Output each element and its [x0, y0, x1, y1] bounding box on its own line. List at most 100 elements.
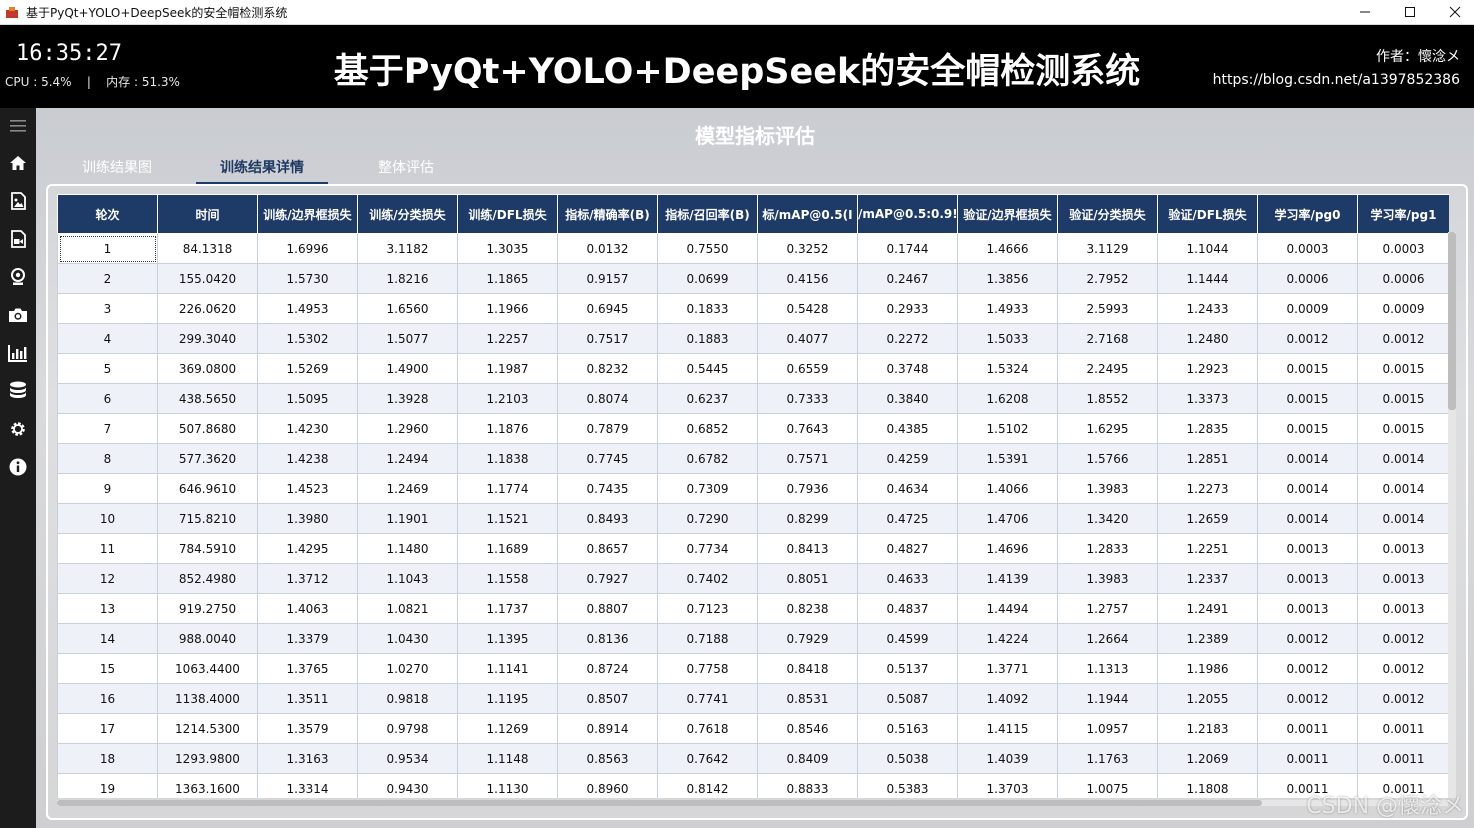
table-cell[interactable]: 0.3252 [757, 233, 858, 264]
table-cell[interactable]: 1.2055 [1157, 683, 1258, 714]
table-cell[interactable]: 2 [57, 263, 158, 294]
table-cell[interactable]: 1.1141 [457, 653, 558, 684]
table-cell[interactable]: 0.3748 [857, 353, 958, 384]
table-cell[interactable]: 0.0015 [1257, 413, 1358, 444]
table-cell[interactable]: 1.5324 [957, 353, 1058, 384]
table-cell[interactable]: 2.7168 [1057, 323, 1158, 354]
table-cell[interactable]: 0.8074 [557, 383, 658, 414]
table-cell[interactable]: 1.4706 [957, 503, 1058, 534]
table-row[interactable]: 6 438.5650 1.5095 1.3928 1.2103 0.8074 0.6237 0… [57, 383, 1449, 414]
table-cell[interactable]: 0.6559 [757, 353, 858, 384]
maximize-button[interactable] [1387, 0, 1433, 24]
table-cell[interactable]: 0.0014 [1257, 503, 1358, 534]
table-cell[interactable]: 0.0015 [1257, 383, 1358, 414]
table-cell[interactable]: 1.5095 [257, 383, 358, 414]
table-cell[interactable]: 1.4238 [257, 443, 358, 474]
column-header[interactable]: 训练/边界框损失 [257, 194, 358, 234]
table-cell[interactable]: 1.2659 [1157, 503, 1258, 534]
table-cell[interactable]: 0.7517 [557, 323, 658, 354]
table-cell[interactable]: 1.2069 [1157, 743, 1258, 774]
table-cell[interactable]: 1.3765 [257, 653, 358, 684]
table-cell[interactable]: 0.4077 [757, 323, 858, 354]
table-cell[interactable]: 0.0011 [1257, 743, 1358, 774]
table-cell[interactable]: 1.3983 [1057, 473, 1158, 504]
table-cell[interactable]: 1.4666 [957, 233, 1058, 264]
table-cell[interactable]: 1.2433 [1157, 293, 1258, 324]
close-button[interactable] [1432, 0, 1474, 24]
table-row[interactable]: 4 299.3040 1.5302 1.5077 1.2257 0.7517 0.1883 0… [57, 323, 1449, 354]
table-cell[interactable]: 1.0075 [1057, 773, 1158, 798]
table-cell[interactable]: 1.1987 [457, 353, 558, 384]
table-cell[interactable]: 0.0009 [1357, 293, 1449, 324]
table-cell[interactable]: 1.3511 [257, 683, 358, 714]
horizontal-scrollbar-thumb[interactable] [57, 800, 1262, 806]
table-cell[interactable]: 1.2257 [457, 323, 558, 354]
table-cell[interactable]: 1.1966 [457, 293, 558, 324]
table-cell[interactable]: 12 [57, 563, 158, 594]
info-icon[interactable] [8, 457, 28, 477]
table-cell[interactable]: 0.8409 [757, 743, 858, 774]
table-cell[interactable]: 3 [57, 293, 158, 324]
table-cell[interactable]: 0.7929 [757, 623, 858, 654]
table-cell[interactable]: 0.7188 [657, 623, 758, 654]
table-cell[interactable]: 1214.5300 [157, 713, 258, 744]
table-cell[interactable]: 0.0012 [1257, 683, 1358, 714]
table-row[interactable]: 14 988.0040 1.3379 1.0430 1.1395 0.8136 0.7188… [57, 623, 1449, 654]
table-row[interactable]: 10 715.8210 1.3980 1.1901 1.1521 0.8493 0.7290… [57, 503, 1449, 534]
table-cell[interactable]: 3.1182 [357, 233, 458, 264]
table-cell[interactable]: 14 [57, 623, 158, 654]
table-cell[interactable]: 1.2851 [1157, 443, 1258, 474]
column-header[interactable]: 学习率/pg1 [1357, 194, 1449, 234]
table-cell[interactable]: 852.4980 [157, 563, 258, 594]
table-row[interactable]: 8 577.3620 1.4238 1.2494 1.1838 0.7745 0.6782 0… [57, 443, 1449, 474]
table-cell[interactable]: 1.4224 [957, 623, 1058, 654]
table-cell[interactable]: 0.7936 [757, 473, 858, 504]
column-header[interactable]: 验证/边界框损失 [957, 194, 1058, 234]
table-row[interactable]: 13 919.2750 1.4063 1.0821 1.1737 0.8807 0.7123… [57, 593, 1449, 624]
table-cell[interactable]: 0.9798 [357, 713, 458, 744]
table-cell[interactable]: 0.0699 [657, 263, 758, 294]
table-cell[interactable]: 155.0420 [157, 263, 258, 294]
table-cell[interactable]: 0.4633 [857, 563, 958, 594]
table-cell[interactable]: 1.5730 [257, 263, 358, 294]
table-cell[interactable]: 0.7618 [657, 713, 758, 744]
table-cell[interactable]: 0.7879 [557, 413, 658, 444]
table-cell[interactable]: 1.4039 [957, 743, 1058, 774]
table-cell[interactable]: 17 [57, 713, 158, 744]
table-cell[interactable]: 8 [57, 443, 158, 474]
table-cell[interactable]: 1.3373 [1157, 383, 1258, 414]
table-cell[interactable]: 1.1838 [457, 443, 558, 474]
table-cell[interactable]: 0.7642 [657, 743, 758, 774]
table-cell[interactable]: 0.0013 [1257, 563, 1358, 594]
table-cell[interactable]: 2.5993 [1057, 293, 1158, 324]
table-cell[interactable]: 1.4523 [257, 473, 358, 504]
table-cell[interactable]: 11 [57, 533, 158, 564]
table-cell[interactable]: 1.3163 [257, 743, 358, 774]
table-cell[interactable]: 0.0012 [1257, 623, 1358, 654]
table-cell[interactable]: 1.5766 [1057, 443, 1158, 474]
table-cell[interactable]: 1.0957 [1057, 713, 1158, 744]
table-cell[interactable]: 1.1044 [1157, 233, 1258, 264]
table-row[interactable]: 16 1138.4000 1.3511 0.9818 1.1195 0.8507 0.774… [57, 683, 1449, 714]
table-cell[interactable]: 1138.4000 [157, 683, 258, 714]
table-cell[interactable]: 1.3712 [257, 563, 358, 594]
table-cell[interactable]: 0.8493 [557, 503, 658, 534]
table-cell[interactable]: 0.0012 [1357, 683, 1449, 714]
table-cell[interactable]: 1.1808 [1157, 773, 1258, 798]
table-cell[interactable]: 1.3314 [257, 773, 358, 798]
table-cell[interactable]: 0.0014 [1357, 473, 1449, 504]
table-cell[interactable]: 299.3040 [157, 323, 258, 354]
table-cell[interactable]: 0.5038 [857, 743, 958, 774]
table-cell[interactable]: 1.1313 [1057, 653, 1158, 684]
column-header[interactable]: 训练/DFL损失 [457, 194, 558, 234]
table-cell[interactable]: 1.3420 [1057, 503, 1158, 534]
table-cell[interactable]: 6 [57, 383, 158, 414]
table-row[interactable]: 19 1363.1600 1.3314 0.9430 1.1130 0.8960 0.814… [57, 773, 1449, 798]
table-cell[interactable]: 0.8507 [557, 683, 658, 714]
table-cell[interactable]: 1.4900 [357, 353, 458, 384]
table-cell[interactable]: 0.5087 [857, 683, 958, 714]
table-cell[interactable]: 0.8914 [557, 713, 658, 744]
table-cell[interactable]: 9 [57, 473, 158, 504]
table-cell[interactable]: 16 [57, 683, 158, 714]
table-cell[interactable]: 0.2272 [857, 323, 958, 354]
